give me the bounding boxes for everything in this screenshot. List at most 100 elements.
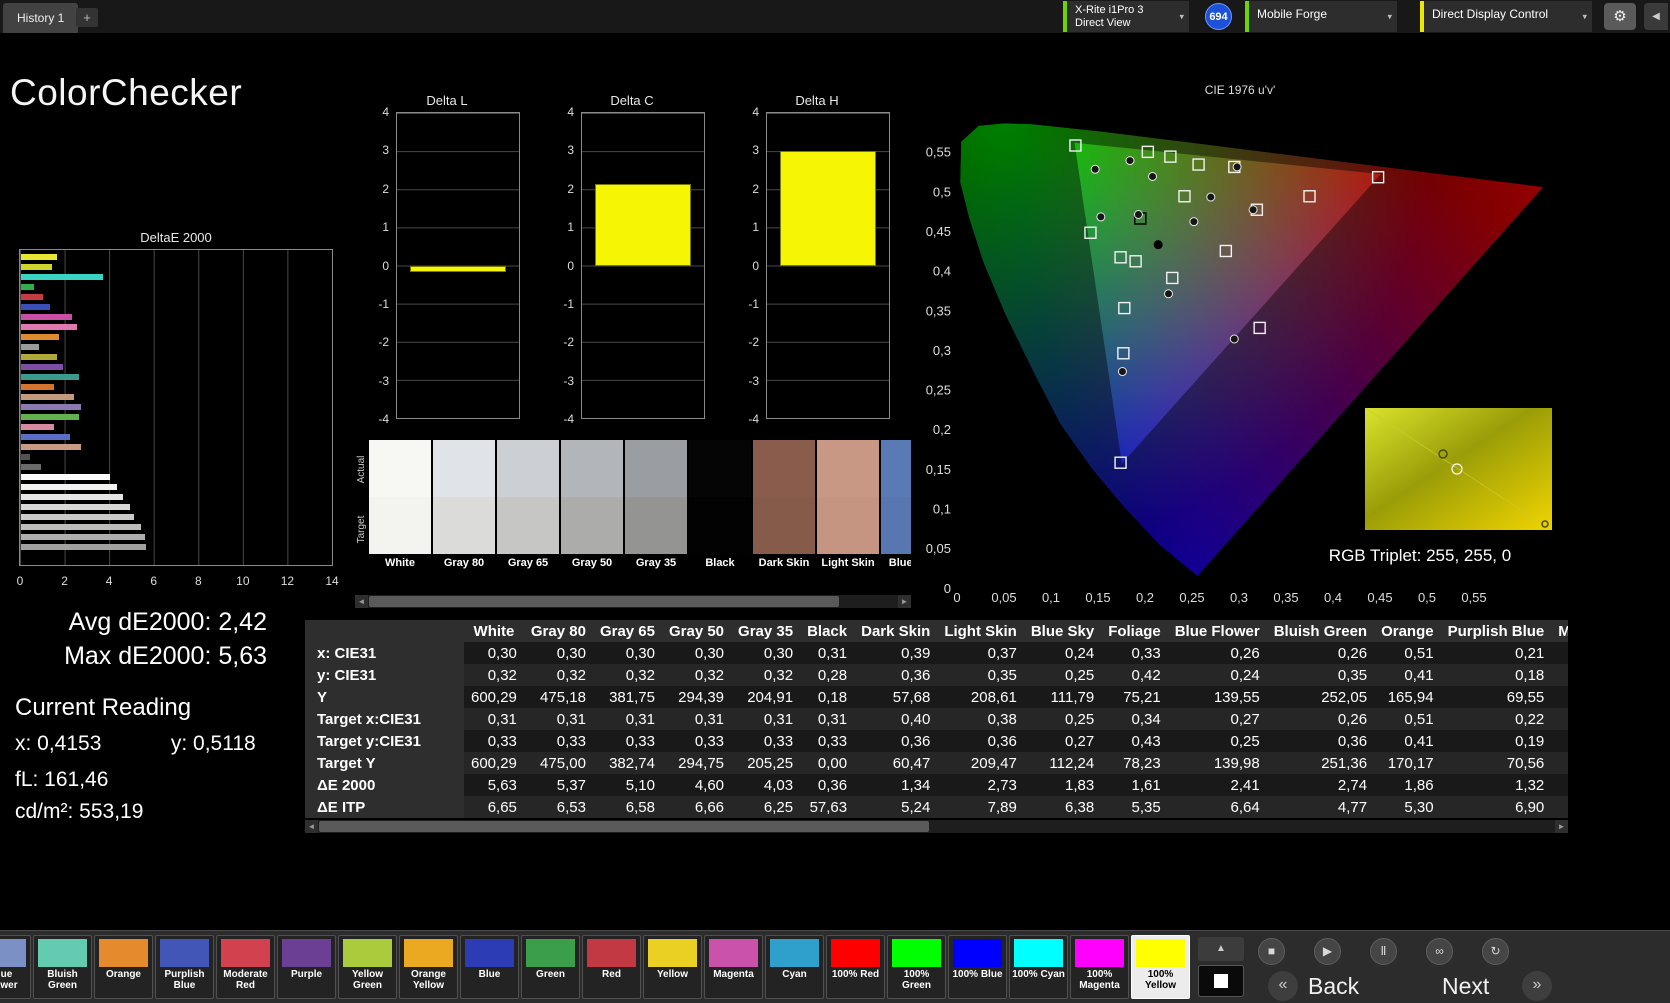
current-x-value: x: 0,4153 xyxy=(15,732,102,755)
table-cell: 0,35 xyxy=(937,664,1024,686)
back-button[interactable]: Back xyxy=(1308,973,1359,1000)
table-cell: 0,32 xyxy=(592,664,662,686)
table-cell: 0,26 xyxy=(1266,708,1375,730)
pattern-swatch-button[interactable]: Bluish Green xyxy=(33,935,92,999)
pattern-source-dropdown[interactable]: Mobile Forge ▾ xyxy=(1245,1,1397,32)
column-header: Blue Sky xyxy=(1023,620,1102,642)
pattern-swatch-button[interactable]: Purplish Blue xyxy=(155,935,214,999)
swatch-color xyxy=(99,939,148,967)
table-cell: 382,74 xyxy=(592,752,662,774)
next-chevrons-icon[interactable]: » xyxy=(1522,971,1552,1001)
swatch-label: 100% Red xyxy=(831,969,880,980)
patch-actual-swatch xyxy=(881,440,911,497)
pattern-swatch-button[interactable]: 100% Yellow xyxy=(1131,935,1190,999)
pattern-swatch-button[interactable]: Red xyxy=(582,935,641,999)
next-button[interactable]: Next xyxy=(1442,973,1489,1000)
play-icon[interactable]: ▶ xyxy=(1314,938,1341,965)
deltae-bar xyxy=(21,444,81,450)
pattern-swatch-button[interactable]: Moderate Red xyxy=(216,935,275,999)
table-row: Target y:CIE31 0,33 0,33 0,33 0,33 0,33 0,33 0,… xyxy=(305,730,1568,752)
scroll-right-icon[interactable]: ► xyxy=(898,595,911,608)
refresh-icon[interactable]: ↻ xyxy=(1482,938,1509,965)
table-cell: 0,33 xyxy=(464,730,524,752)
table-cell: 139,98 xyxy=(1167,752,1267,774)
swatch-color xyxy=(38,939,87,967)
table-cell: 1,32 xyxy=(1440,774,1552,796)
swatch-color xyxy=(648,939,697,967)
patch-label: Gray 50 xyxy=(571,557,613,569)
scroll-right-icon[interactable]: ► xyxy=(1555,820,1568,833)
collapse-panel-icon[interactable]: ◀ xyxy=(1644,3,1668,30)
pattern-window-button[interactable] xyxy=(1198,965,1244,997)
table-row: Target Y 600,29 475,00 382,74 294,75 205,25 0,… xyxy=(305,752,1568,774)
table-cell: 0,39 xyxy=(854,642,938,664)
chart-title: Delta C xyxy=(610,93,654,108)
pattern-swatch-button[interactable]: Orange Yellow xyxy=(399,935,458,999)
pattern-swatch-button[interactable]: 100% Green xyxy=(887,935,946,999)
pattern-swatch-button[interactable]: 100% Magenta xyxy=(1070,935,1129,999)
delta-c-plot xyxy=(581,112,705,419)
pattern-swatch-button[interactable]: Yellow xyxy=(643,935,702,999)
table-cell: 1,61 xyxy=(1101,774,1168,796)
table-cell: 5,63 xyxy=(464,774,524,796)
loop-icon[interactable]: ∞ xyxy=(1426,938,1453,965)
patch-actual-swatch xyxy=(625,440,687,497)
pattern-list-up-button[interactable]: ▲ xyxy=(1198,937,1244,961)
row-label: ΔE 2000 xyxy=(305,774,464,796)
pattern-swatch-button[interactable]: Purple xyxy=(277,935,336,999)
deltae-bar xyxy=(21,294,44,300)
table-cell: 5,24 xyxy=(854,796,938,818)
deltae-bar xyxy=(21,364,64,370)
pause-icon[interactable]: Ⅱ xyxy=(1370,938,1397,965)
column-header: Foliage xyxy=(1101,620,1168,642)
patch-label: Gray 80 xyxy=(443,557,485,569)
y-axis-tick-label: 0,1 xyxy=(933,502,951,517)
scrollbar-thumb[interactable] xyxy=(369,596,839,607)
scrollbar-thumb[interactable] xyxy=(319,821,929,832)
stop-icon[interactable]: ■ xyxy=(1258,938,1285,965)
table-cell: 600,29 xyxy=(464,686,524,708)
pattern-swatch-button[interactable]: Orange xyxy=(94,935,153,999)
pattern-swatch-button[interactable]: 100% Cyan xyxy=(1009,935,1068,999)
x-axis-tick-label: 2 xyxy=(61,574,68,588)
reading-count-badge: 694 xyxy=(1205,3,1232,30)
swatch-color xyxy=(831,939,880,967)
table-scrollbar[interactable]: ◄ ► xyxy=(305,820,1568,833)
pattern-swatch-button[interactable]: 100% Red xyxy=(826,935,885,999)
y-axis-tick-label: 3 xyxy=(752,143,759,158)
table-cell: 112,24 xyxy=(1023,752,1102,774)
tab-history-1[interactable]: History 1 xyxy=(3,3,79,33)
swatch-label: Purplish Blue xyxy=(164,969,205,991)
gear-icon[interactable]: ⚙ xyxy=(1604,3,1636,30)
x-axis-tick-label: 0,4 xyxy=(1324,590,1342,605)
pattern-swatch-button[interactable]: Blue xyxy=(460,935,519,999)
swatch-label: 100% Green xyxy=(902,969,931,991)
x-axis-tick-label: 10 xyxy=(236,574,250,588)
pattern-swatch-button[interactable]: Blue Flower xyxy=(0,935,31,999)
pattern-swatch-row: Blue Flower Bluish Green Orange Purplish Bl… xyxy=(0,935,1190,999)
swatch-label: Red xyxy=(602,969,621,980)
patch-scrollbar[interactable]: ◄ ► xyxy=(355,595,911,608)
table-cell: 0,26 xyxy=(1167,642,1267,664)
y-axis-tick-label: 1 xyxy=(567,220,574,235)
table-cell: 2,41 xyxy=(1167,774,1267,796)
scroll-left-icon[interactable]: ◄ xyxy=(355,595,368,608)
display-control-dropdown[interactable]: Direct Display Control ▾ xyxy=(1420,1,1592,32)
meter-selector-dropdown[interactable]: X-Rite i1Pro 3 Direct View ▾ xyxy=(1063,1,1189,32)
add-tab-button[interactable]: + xyxy=(76,8,98,27)
table-cell: 204,91 xyxy=(731,686,801,708)
patch-actual-swatch xyxy=(561,440,623,497)
pattern-swatch-button[interactable]: Cyan xyxy=(765,935,824,999)
table-cell: 205,25 xyxy=(731,752,801,774)
deltae-bar xyxy=(21,494,124,500)
chevron-down-icon: ▾ xyxy=(1582,11,1587,21)
table-cell: 0,24 xyxy=(1167,664,1267,686)
pattern-swatch-button[interactable]: Yellow Green xyxy=(338,935,397,999)
scroll-left-icon[interactable]: ◄ xyxy=(305,820,318,833)
back-chevrons-icon[interactable]: « xyxy=(1268,971,1298,1001)
table-cell: 139,55 xyxy=(1167,686,1267,708)
table-row: x: CIE31 0,30 0,30 0,30 0,30 0,30 0,31 0,39 0,37… xyxy=(305,642,1568,664)
pattern-swatch-button[interactable]: 100% Blue xyxy=(948,935,1007,999)
pattern-swatch-button[interactable]: Green xyxy=(521,935,580,999)
pattern-swatch-button[interactable]: Magenta xyxy=(704,935,763,999)
